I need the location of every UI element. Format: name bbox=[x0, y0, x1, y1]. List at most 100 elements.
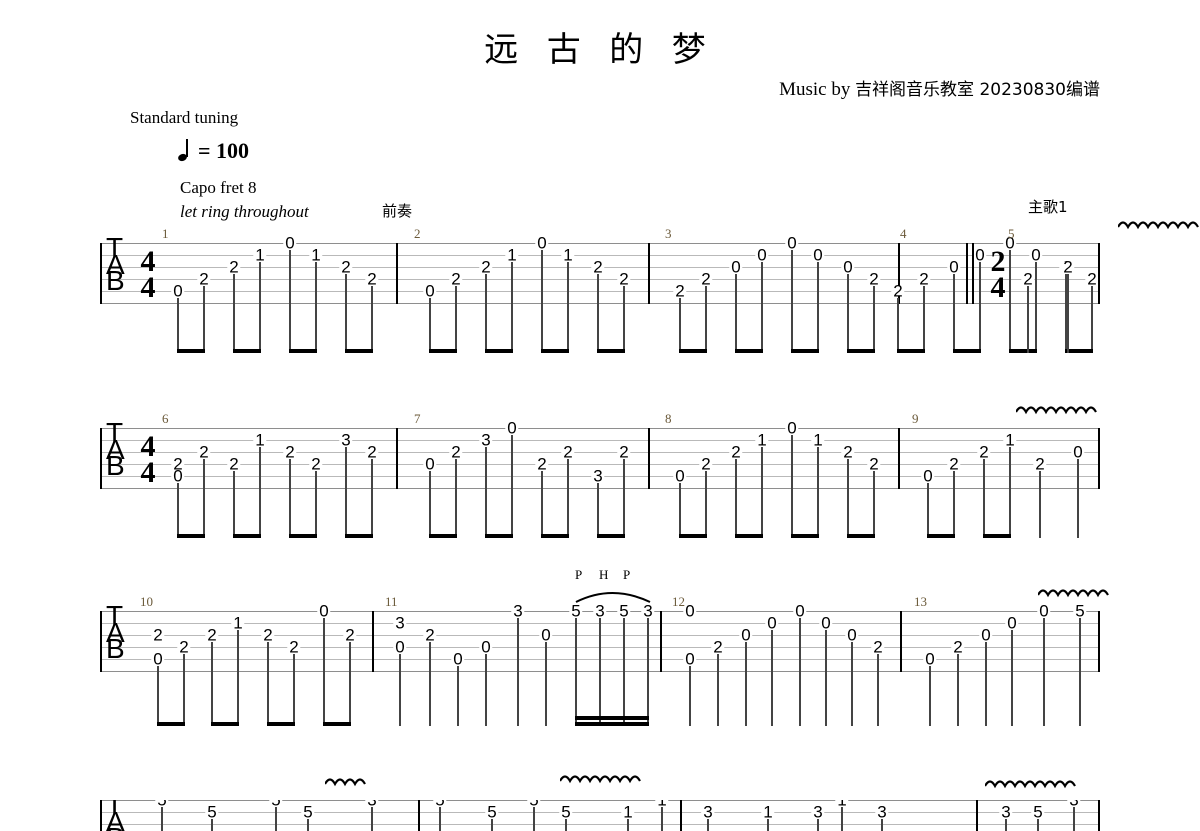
tab-note[interactable]: 2 bbox=[1085, 271, 1099, 288]
tab-note[interactable]: 0 bbox=[819, 615, 833, 632]
tab-note[interactable]: 0 bbox=[765, 615, 779, 632]
tab-note[interactable]: 2 bbox=[711, 639, 725, 656]
tab-note[interactable]: 0 bbox=[755, 247, 769, 264]
tab-note[interactable]: 0 bbox=[683, 603, 697, 620]
tab-note[interactable]: 2 bbox=[871, 639, 885, 656]
tab-note[interactable]: 2 bbox=[197, 444, 211, 461]
tab-note[interactable]: 0 bbox=[979, 627, 993, 644]
tab-note[interactable]: 3 bbox=[999, 804, 1013, 821]
tab-note[interactable]: 2 bbox=[339, 259, 353, 276]
tab-note[interactable]: 3 bbox=[339, 432, 353, 449]
tab-note[interactable]: 0 bbox=[683, 651, 697, 668]
tab-note[interactable]: 0 bbox=[171, 468, 185, 485]
tab-note[interactable]: 2 bbox=[479, 259, 493, 276]
tab-note[interactable]: 5 bbox=[433, 800, 447, 809]
tab-note[interactable]: 5 bbox=[205, 804, 219, 821]
tab-note[interactable]: 5 bbox=[559, 804, 573, 821]
tab-note[interactable]: 0 bbox=[393, 639, 407, 656]
tab-note[interactable]: 5 bbox=[1073, 603, 1087, 620]
tab-note[interactable]: 0 bbox=[171, 283, 185, 300]
tab-note[interactable]: 3 bbox=[511, 603, 525, 620]
tab-note[interactable]: 0 bbox=[785, 235, 799, 252]
tab-note[interactable]: 3 bbox=[701, 804, 715, 821]
tab-note[interactable]: 1 bbox=[755, 432, 769, 449]
tab-note[interactable]: 0 bbox=[739, 627, 753, 644]
tab-note[interactable]: 3 bbox=[593, 603, 607, 620]
tab-note[interactable]: 3 bbox=[641, 603, 655, 620]
tab-note[interactable]: 2 bbox=[699, 456, 713, 473]
tab-note[interactable]: 0 bbox=[151, 651, 165, 668]
tab-note[interactable]: 2 bbox=[261, 627, 275, 644]
tab-note[interactable]: 5 bbox=[527, 800, 541, 809]
tab-note[interactable]: 0 bbox=[283, 235, 297, 252]
tab-note[interactable]: 3 bbox=[1067, 800, 1081, 809]
tab-note[interactable]: 2 bbox=[977, 444, 991, 461]
tab-note[interactable]: 5 bbox=[269, 800, 283, 809]
tab-note[interactable]: 0 bbox=[841, 259, 855, 276]
tab-note[interactable]: 3 bbox=[365, 800, 379, 809]
tab-note[interactable]: 5 bbox=[617, 603, 631, 620]
tab-note[interactable]: 0 bbox=[317, 603, 331, 620]
tab-note[interactable]: 5 bbox=[569, 603, 583, 620]
tab-note[interactable]: 2 bbox=[867, 456, 881, 473]
tab-note[interactable]: 2 bbox=[891, 283, 905, 300]
tab-note[interactable]: 2 bbox=[699, 271, 713, 288]
tab-note[interactable]: 2 bbox=[561, 444, 575, 461]
tab-note[interactable]: 0 bbox=[1071, 444, 1085, 461]
tab-note[interactable]: 3 bbox=[591, 468, 605, 485]
tab-note[interactable]: 1 bbox=[1003, 432, 1017, 449]
tab-note[interactable]: 0 bbox=[729, 259, 743, 276]
tab-note[interactable]: 1 bbox=[309, 247, 323, 264]
tab-note[interactable]: 0 bbox=[947, 259, 961, 276]
tab-note[interactable]: 2 bbox=[591, 259, 605, 276]
tab-note[interactable]: 0 bbox=[1029, 247, 1043, 264]
tab-note[interactable]: 1 bbox=[655, 800, 669, 809]
tab-note[interactable]: 1 bbox=[835, 800, 849, 809]
tab-note[interactable]: 3 bbox=[393, 615, 407, 632]
tab-note[interactable]: 1 bbox=[761, 804, 775, 821]
tab-note[interactable]: 2 bbox=[227, 456, 241, 473]
tab-note[interactable]: 0 bbox=[811, 247, 825, 264]
tab-note[interactable]: 1 bbox=[621, 804, 635, 821]
tab-note[interactable]: 0 bbox=[921, 468, 935, 485]
tab-note[interactable]: 2 bbox=[951, 639, 965, 656]
tab-note[interactable]: 2 bbox=[917, 271, 931, 288]
tab-note[interactable]: 5 bbox=[155, 800, 169, 809]
tab-note[interactable]: 2 bbox=[343, 627, 357, 644]
tab-note[interactable]: 1 bbox=[505, 247, 519, 264]
tab-note[interactable]: 2 bbox=[227, 259, 241, 276]
tab-note[interactable]: 3 bbox=[875, 804, 889, 821]
tab-note[interactable]: 2 bbox=[205, 627, 219, 644]
tab-note[interactable]: 0 bbox=[423, 283, 437, 300]
tab-note[interactable]: 3 bbox=[479, 432, 493, 449]
tab-note[interactable]: 0 bbox=[785, 420, 799, 437]
tab-note[interactable]: 0 bbox=[923, 651, 937, 668]
tab-note[interactable]: 1 bbox=[253, 247, 267, 264]
tab-note[interactable]: 2 bbox=[947, 456, 961, 473]
tab-note[interactable]: 2 bbox=[423, 627, 437, 644]
tab-note[interactable]: 2 bbox=[283, 444, 297, 461]
tab-note[interactable]: 2 bbox=[287, 639, 301, 656]
tab-note[interactable]: 2 bbox=[197, 271, 211, 288]
tab-note[interactable]: 0 bbox=[1005, 615, 1019, 632]
tab-note[interactable]: 0 bbox=[793, 603, 807, 620]
tab-note[interactable]: 2 bbox=[867, 271, 881, 288]
tab-note[interactable]: 0 bbox=[479, 639, 493, 656]
tab-note[interactable]: 2 bbox=[535, 456, 549, 473]
tab-note[interactable]: 2 bbox=[151, 627, 165, 644]
tab-note[interactable]: 1 bbox=[811, 432, 825, 449]
tab-note[interactable]: 2 bbox=[673, 283, 687, 300]
tab-note[interactable]: 0 bbox=[423, 456, 437, 473]
tab-note[interactable]: 2 bbox=[365, 271, 379, 288]
tab-note[interactable]: 2 bbox=[841, 444, 855, 461]
tab-note[interactable]: 2 bbox=[1033, 456, 1047, 473]
tab-note[interactable]: 0 bbox=[535, 235, 549, 252]
tab-note[interactable]: 0 bbox=[539, 627, 553, 644]
tab-note[interactable]: 0 bbox=[451, 651, 465, 668]
tab-note[interactable]: 5 bbox=[301, 804, 315, 821]
tab-note[interactable]: 1 bbox=[253, 432, 267, 449]
tab-note[interactable]: 2 bbox=[1061, 259, 1075, 276]
tab-note[interactable]: 1 bbox=[231, 615, 245, 632]
tab-note[interactable]: 2 bbox=[177, 639, 191, 656]
tab-note[interactable]: 2 bbox=[449, 444, 463, 461]
